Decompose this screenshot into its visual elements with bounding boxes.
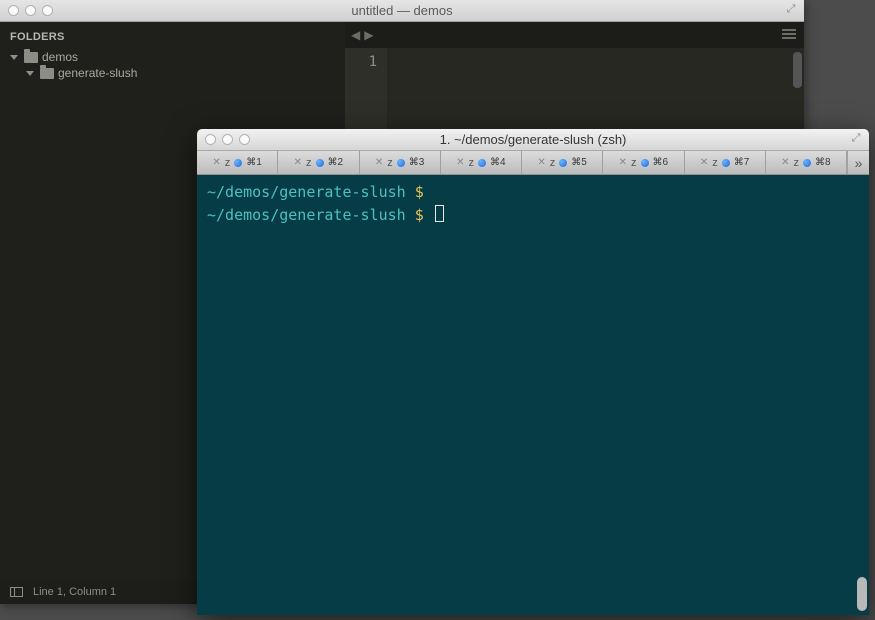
terminal-line: ~/demos/generate-slush $	[207, 181, 859, 204]
terminal-tab[interactable]: ✕ z ⌘6	[603, 151, 684, 174]
tree-item-label: demos	[42, 50, 78, 64]
chevron-down-icon	[26, 71, 34, 76]
editor-titlebar[interactable]: untitled — demos ⤢	[0, 0, 804, 22]
close-icon[interactable]	[8, 5, 19, 16]
editor-tabbar: ◀ ▶	[345, 22, 804, 48]
tab-label: z	[387, 157, 393, 169]
tab-label: z	[469, 157, 475, 169]
activity-dot-icon	[559, 159, 567, 167]
close-tab-icon[interactable]: ✕	[781, 157, 789, 168]
activity-dot-icon	[397, 159, 405, 167]
tab-shortcut: ⌘6	[653, 157, 669, 168]
tab-nav-arrows: ◀ ▶	[351, 28, 373, 42]
minimize-icon[interactable]	[222, 134, 233, 145]
close-tab-icon[interactable]: ✕	[212, 157, 220, 168]
activity-dot-icon	[722, 159, 730, 167]
tree-item[interactable]: generate-slush	[0, 65, 345, 81]
activity-dot-icon	[641, 159, 649, 167]
window-controls	[197, 134, 250, 145]
activity-dot-icon	[316, 159, 324, 167]
tab-label: z	[306, 157, 312, 169]
tab-shortcut: ⌘8	[815, 157, 831, 168]
tab-shortcut: ⌘2	[328, 157, 344, 168]
minimize-icon[interactable]	[25, 5, 36, 16]
terminal-title: 1. ~/demos/generate-slush (zsh)	[197, 132, 869, 147]
tab-label: z	[712, 157, 718, 169]
tab-shortcut: ⌘5	[571, 157, 587, 168]
terminal-titlebar[interactable]: 1. ~/demos/generate-slush (zsh) ⤢	[197, 129, 869, 151]
close-tab-icon[interactable]: ✕	[619, 157, 627, 168]
zoom-icon[interactable]	[42, 5, 53, 16]
tab-shortcut: ⌘7	[734, 157, 750, 168]
prompt-symbol: $	[415, 206, 424, 224]
folder-icon	[40, 68, 54, 79]
terminal-tab[interactable]: ✕ z ⌘5	[522, 151, 603, 174]
terminal-tab[interactable]: ✕ z ⌘1	[197, 151, 278, 174]
terminal-line: ~/demos/generate-slush $	[207, 204, 859, 227]
tab-shortcut: ⌘3	[409, 157, 425, 168]
activity-dot-icon	[478, 159, 486, 167]
tab-label: z	[225, 157, 231, 169]
folder-icon	[24, 52, 38, 63]
expand-icon[interactable]: ⤢	[849, 132, 863, 146]
activity-dot-icon	[803, 159, 811, 167]
panel-toggle-icon[interactable]	[10, 587, 23, 597]
terminal-tab[interactable]: ✕ z ⌘4	[441, 151, 522, 174]
close-tab-icon[interactable]: ✕	[700, 157, 708, 168]
tab-menu-icon[interactable]	[782, 29, 796, 39]
terminal-scrollbar[interactable]	[857, 577, 867, 611]
close-tab-icon[interactable]: ✕	[294, 157, 302, 168]
tab-prev-icon[interactable]: ◀	[351, 28, 360, 42]
prompt-path: ~/demos/generate-slush	[207, 206, 415, 224]
activity-dot-icon	[234, 159, 242, 167]
tab-next-icon[interactable]: ▶	[364, 28, 373, 42]
tree-item-label: generate-slush	[58, 66, 137, 80]
expand-icon[interactable]: ⤢	[784, 3, 798, 17]
editor-title: untitled — demos	[0, 3, 804, 18]
folder-tree: demos generate-slush	[0, 49, 345, 81]
chevron-down-icon	[10, 55, 18, 60]
terminal-window: 1. ~/demos/generate-slush (zsh) ⤢ ✕ z ⌘1 ✕ z…	[197, 129, 869, 615]
cursor-icon	[435, 205, 444, 222]
terminal-tab[interactable]: ✕ z ⌘7	[685, 151, 766, 174]
tab-label: z	[794, 157, 800, 169]
terminal-tab[interactable]: ✕ z ⌘3	[360, 151, 441, 174]
tab-label: z	[550, 157, 556, 169]
tab-shortcut: ⌘1	[246, 157, 262, 168]
close-tab-icon[interactable]: ✕	[537, 157, 545, 168]
terminal-tab[interactable]: ✕ z ⌘8	[766, 151, 847, 174]
sidebar-header: FOLDERS	[0, 28, 345, 49]
zoom-icon[interactable]	[239, 134, 250, 145]
editor-scrollbar[interactable]	[793, 52, 802, 88]
close-icon[interactable]	[205, 134, 216, 145]
terminal-tab[interactable]: ✕ z ⌘2	[278, 151, 359, 174]
tree-item[interactable]: demos	[0, 49, 345, 65]
tabs-overflow-icon[interactable]: »	[847, 151, 869, 174]
prompt-symbol: $	[415, 183, 424, 201]
prompt-path: ~/demos/generate-slush	[207, 183, 415, 201]
terminal-body[interactable]: ~/demos/generate-slush $~/demos/generate…	[197, 175, 869, 615]
tab-label: z	[631, 157, 637, 169]
close-tab-icon[interactable]: ✕	[456, 157, 464, 168]
terminal-tabbar: ✕ z ⌘1 ✕ z ⌘2 ✕ z ⌘3 ✕ z ⌘4 ✕ z ⌘5 ✕ z ⌘6 ✕ z ⌘7 ✕ z ⌘8 »	[197, 151, 869, 175]
window-controls	[0, 5, 53, 16]
tab-shortcut: ⌘4	[490, 157, 506, 168]
line-number: 1	[345, 54, 377, 70]
cursor-position: Line 1, Column 1	[33, 586, 116, 598]
close-tab-icon[interactable]: ✕	[375, 157, 383, 168]
